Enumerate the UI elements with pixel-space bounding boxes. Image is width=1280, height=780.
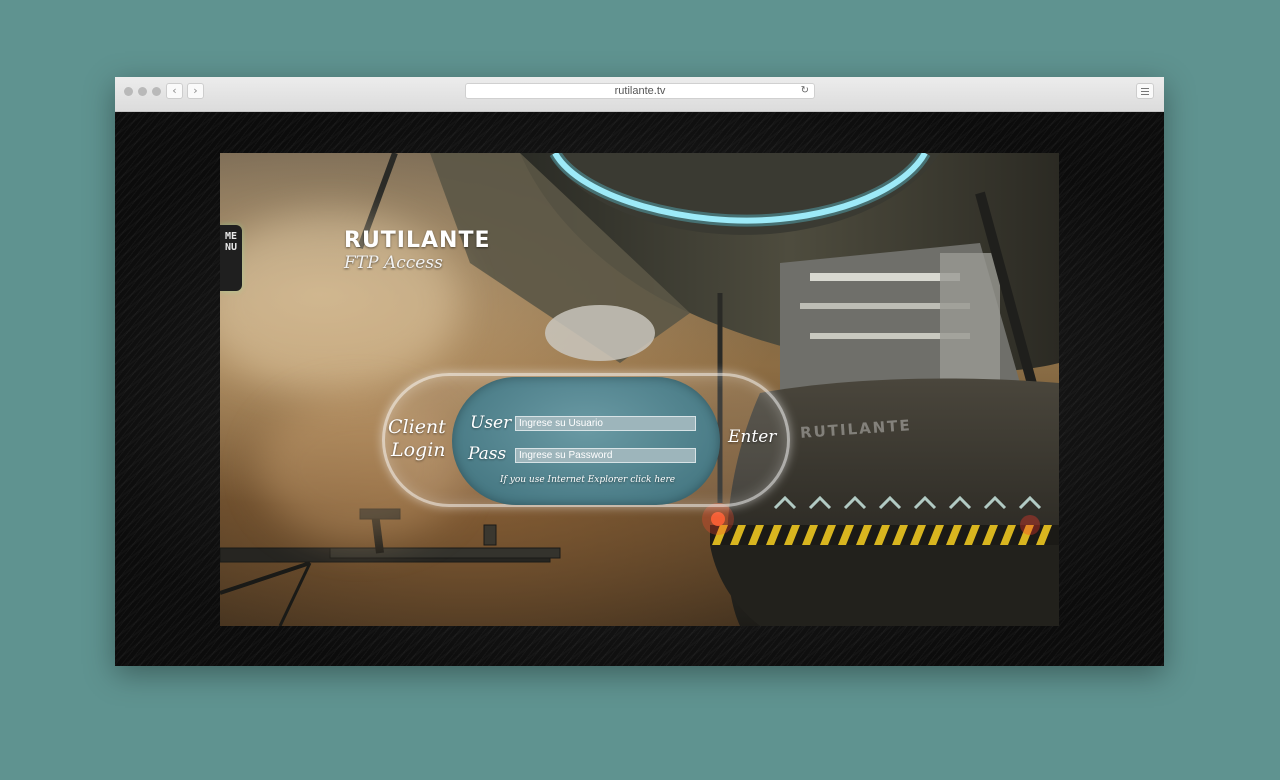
browser-window: ‹ › rutilante.tv ↻ MENU RUTILANTE FTP Ac… [115,77,1164,666]
pass-label: Pass [468,444,507,464]
menu-label: MENU [224,231,238,253]
client-login-line1: Client [388,416,446,438]
zoom-window-button[interactable] [152,87,161,96]
minimize-window-button[interactable] [138,87,147,96]
client-login-line2: Login [391,439,446,461]
client-login-title: Client Login [388,416,446,462]
address-bar[interactable]: rutilante.tv ↻ [465,83,815,99]
username-input[interactable] [515,416,696,431]
enter-button[interactable]: Enter [728,427,776,447]
user-label: User [470,413,512,433]
reload-icon[interactable]: ↻ [801,84,809,98]
login-panel [452,377,720,505]
chevron-right-icon: › [193,84,198,97]
back-button[interactable]: ‹ [166,83,183,99]
hamburger-icon [1141,88,1149,89]
url-text: rutilante.tv [614,85,666,97]
browser-titlebar: ‹ › rutilante.tv ↻ [115,77,1164,112]
close-window-button[interactable] [124,87,133,96]
page-viewport: MENU RUTILANTE FTP Access RUTILANTE Clie… [115,112,1164,666]
side-menu-tab[interactable]: MENU [220,225,242,291]
hero-scene: MENU RUTILANTE FTP Access RUTILANTE Clie… [220,153,1059,626]
password-input[interactable] [515,448,696,463]
forward-button[interactable]: › [187,83,204,99]
chevron-left-icon: ‹ [172,84,177,97]
page-subtitle: FTP Access [344,253,443,273]
browser-menu-button[interactable] [1136,83,1154,99]
site-logo[interactable]: RUTILANTE [344,228,491,253]
internet-explorer-link[interactable]: If you use Internet Explorer click here [500,475,675,485]
